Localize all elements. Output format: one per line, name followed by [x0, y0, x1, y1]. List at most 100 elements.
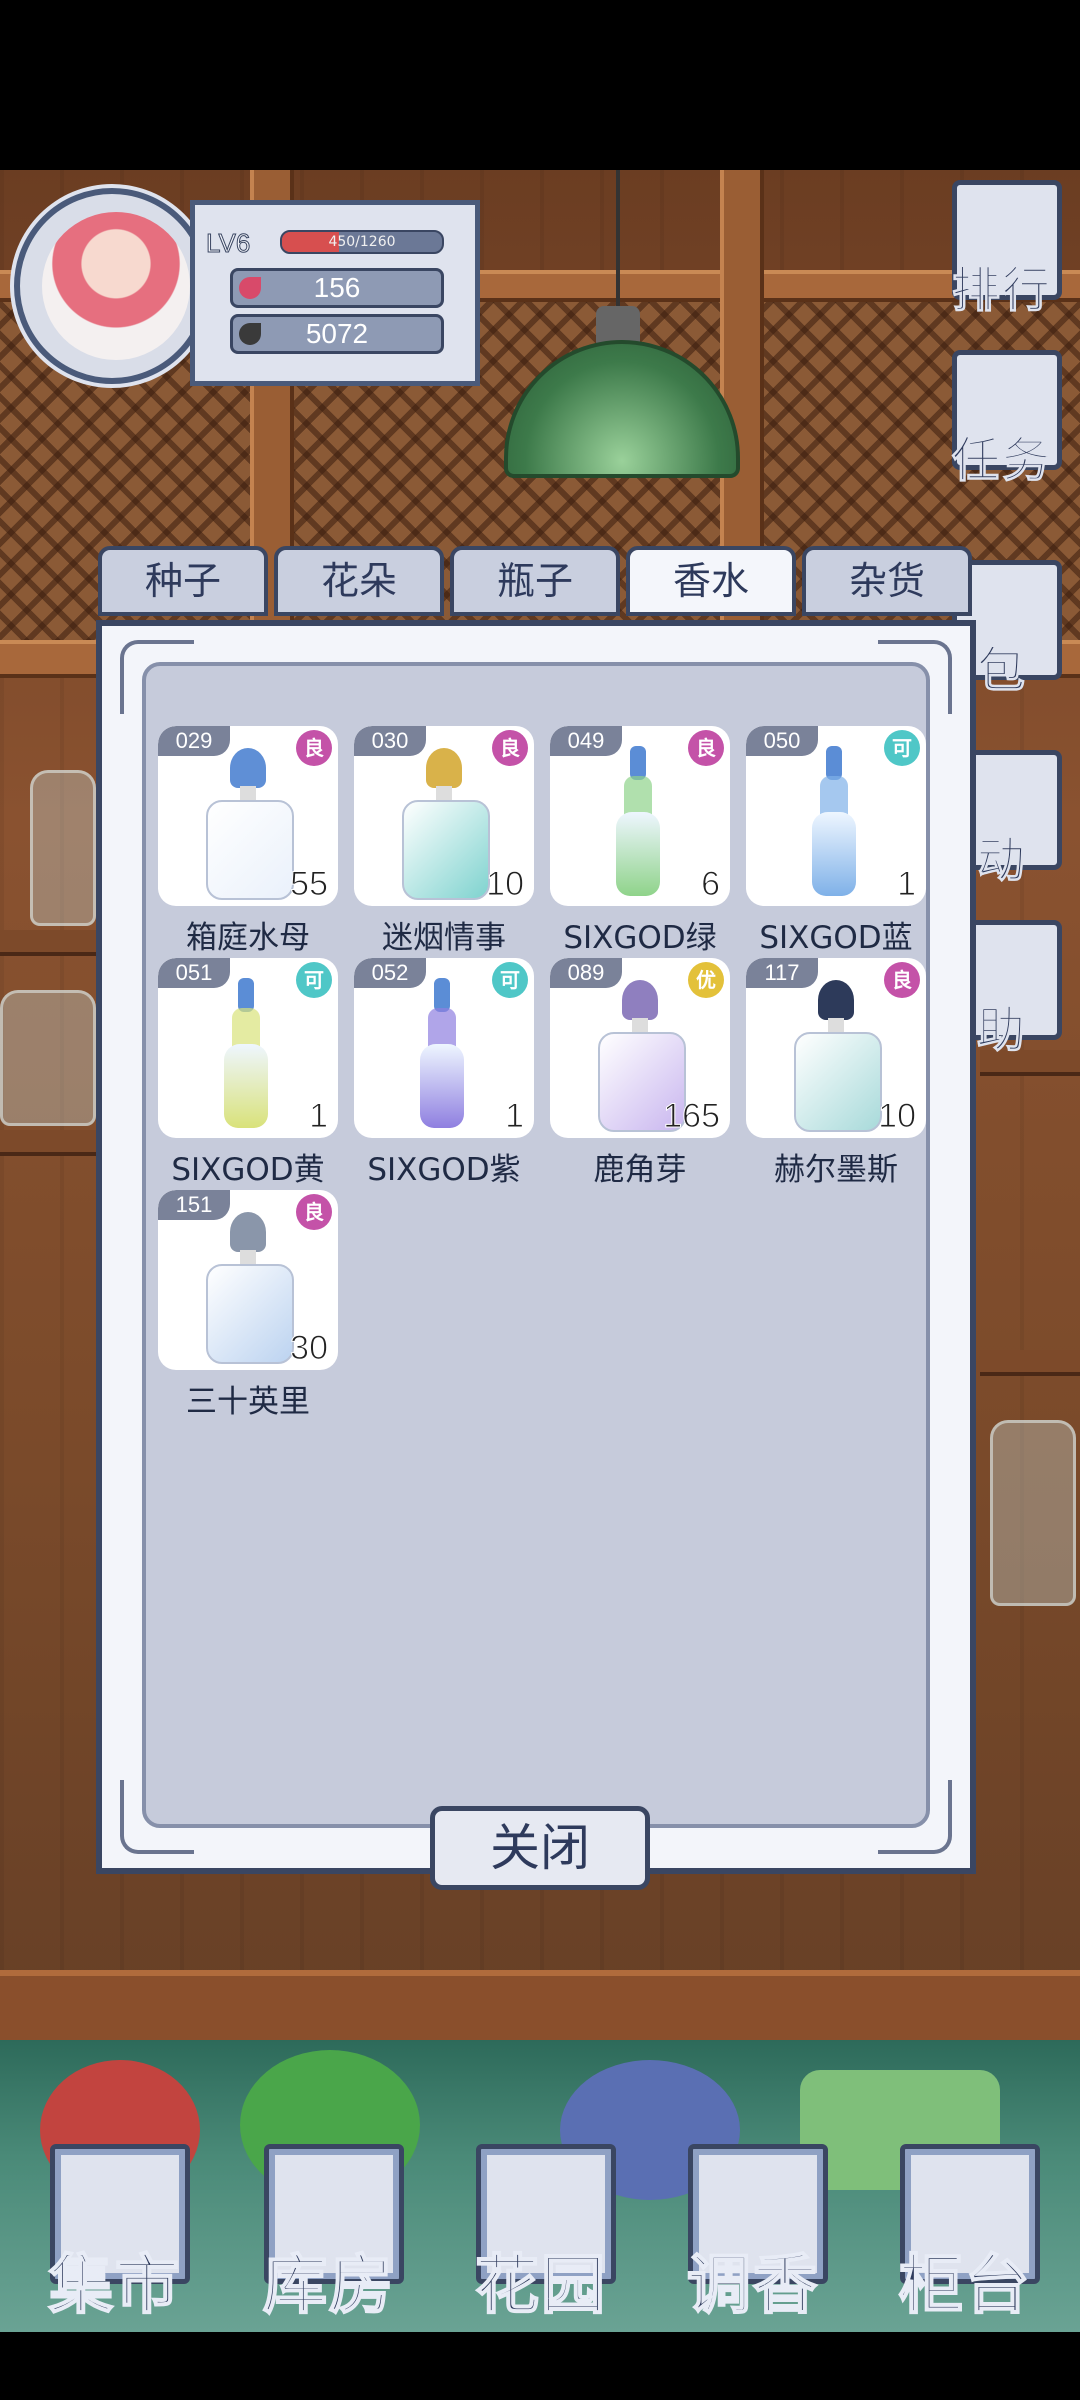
item-id: 052: [354, 958, 426, 988]
rarity-badge: 优: [688, 962, 724, 998]
leaf-count: 5072: [305, 318, 369, 349]
item-name: 三十英里: [186, 1384, 310, 1420]
rarity-badge: 良: [296, 730, 332, 766]
item-card[interactable]: 151 良 30: [158, 1190, 338, 1370]
frame-corner: [120, 1780, 194, 1854]
ranking-button[interactable]: 排行: [932, 180, 1072, 320]
inventory-item[interactable]: 089 优 165 鹿角芽: [550, 958, 730, 1188]
sixgod-bottle-blue-icon: [812, 746, 856, 896]
rarity-badge: 可: [884, 730, 920, 766]
item-name: 箱庭水母: [186, 920, 310, 956]
item-name: 鹿角芽: [593, 1152, 687, 1188]
shelf: [0, 930, 96, 956]
player-level: LV6: [205, 228, 251, 259]
tab-goods[interactable]: 杂货: [802, 546, 972, 616]
item-id: 117: [746, 958, 818, 988]
nav-blend[interactable]: 调香: [658, 2136, 848, 2326]
item-id: 089: [550, 958, 622, 988]
tab-flowers[interactable]: 花朵: [274, 546, 444, 616]
item-name: SIXGOD黄: [171, 1152, 325, 1188]
rarity-badge: 可: [492, 962, 528, 998]
item-id: 151: [158, 1190, 230, 1220]
item-card[interactable]: 030 良 10: [354, 726, 534, 906]
nav-warehouse[interactable]: 库房: [234, 2136, 424, 2326]
inventory-item[interactable]: 030 良 10 迷烟情事: [354, 726, 534, 956]
item-id: 049: [550, 726, 622, 756]
ranking-label: 排行: [951, 262, 1052, 319]
perfume-bottle-blue-cap-icon: [206, 748, 294, 900]
frame-corner: [878, 640, 952, 714]
frame-corner: [878, 1780, 952, 1854]
item-card[interactable]: 051 可 1: [158, 958, 338, 1138]
jar: [0, 990, 96, 1126]
player-hud[interactable]: LV6 450/1260 156 5072: [10, 188, 480, 386]
nav-market[interactable]: 集市: [20, 2136, 210, 2326]
item-count: 1: [897, 865, 917, 904]
nav-warehouse-label: 库房: [262, 2247, 395, 2324]
rarity-badge: 良: [296, 1194, 332, 1230]
inventory-item[interactable]: 151 良 30 三十英里: [158, 1190, 338, 1420]
close-button[interactable]: 关闭: [430, 1806, 650, 1890]
nav-garden[interactable]: 花园: [446, 2136, 636, 2326]
item-id: 029: [158, 726, 230, 756]
item-name: 赫尔墨斯: [774, 1152, 898, 1188]
rarity-badge: 良: [884, 962, 920, 998]
leaf-icon: [239, 323, 261, 345]
shelf: [980, 1350, 1080, 1376]
tab-bottles[interactable]: 瓶子: [450, 546, 620, 616]
item-name: SIXGOD紫: [367, 1152, 521, 1188]
item-count: 1: [505, 1097, 525, 1136]
item-count: 55: [290, 865, 329, 904]
item-name: 迷烟情事: [382, 920, 506, 956]
item-card[interactable]: 117 良 10: [746, 958, 926, 1138]
sixgod-bottle-green-icon: [616, 746, 660, 896]
inventory-tabs: 种子 花朵 瓶子 香水 杂货: [98, 546, 976, 616]
item-id: 051: [158, 958, 230, 988]
item-id: 030: [354, 726, 426, 756]
sixgod-bottle-yellow-icon: [224, 978, 268, 1128]
avatar[interactable]: [42, 212, 190, 360]
item-card[interactable]: 049 良 6: [550, 726, 730, 906]
inventory-item[interactable]: 117 良 10 赫尔墨斯: [746, 958, 926, 1188]
inventory-item[interactable]: 029 良 55 箱庭水母: [158, 726, 338, 956]
nav-garden-label: 花园: [474, 2247, 607, 2324]
tasks-button[interactable]: 任务: [932, 350, 1072, 490]
nav-blend-label: 调香: [686, 2247, 819, 2324]
tab-perfume[interactable]: 香水: [626, 546, 796, 616]
petal-count: 156: [313, 272, 361, 303]
item-card[interactable]: 050 可 1: [746, 726, 926, 906]
inventory-dialog: 029 良 55 箱庭水母 030 良 10 迷烟情事 049 良 6 SIXGOD绿 050 可 1…: [96, 620, 976, 1874]
item-count: 1: [309, 1097, 329, 1136]
perfume-bottle-teal-gold-icon: [402, 748, 490, 900]
jar: [30, 770, 96, 926]
perfume-bottle-square-icon: [794, 980, 882, 1132]
avatar-frame[interactable]: [14, 188, 210, 384]
tab-seeds[interactable]: 种子: [98, 546, 268, 616]
rarity-badge: 可: [296, 962, 332, 998]
item-count: 30: [290, 1329, 329, 1368]
rarity-badge: 良: [688, 730, 724, 766]
xp-bar: 450/1260: [280, 230, 444, 254]
perfume-bottle-feather-icon: [206, 1212, 294, 1364]
item-card[interactable]: 089 优 165: [550, 958, 730, 1138]
petal-currency: 156: [230, 268, 444, 308]
inventory-item[interactable]: 052 可 1 SIXGOD紫: [354, 958, 534, 1188]
item-name: SIXGOD绿: [563, 920, 717, 956]
nav-market-label: 集市: [48, 2247, 181, 2324]
item-count: 10: [878, 1097, 917, 1136]
sixgod-bottle-purple-icon: [420, 978, 464, 1128]
petal-icon: [239, 277, 261, 299]
nav-counter[interactable]: 柜台: [870, 2136, 1060, 2326]
jar: [990, 1420, 1076, 1606]
nav-counter-label: 柜台: [898, 2247, 1031, 2324]
item-card[interactable]: 029 良 55: [158, 726, 338, 906]
item-count: 165: [663, 1097, 721, 1136]
shelf: [0, 1130, 96, 1156]
inventory-item[interactable]: 050 可 1 SIXGOD蓝: [746, 726, 926, 956]
item-id: 050: [746, 726, 818, 756]
inventory-item[interactable]: 051 可 1 SIXGOD黄: [158, 958, 338, 1188]
item-card[interactable]: 052 可 1: [354, 958, 534, 1138]
lamp-cord: [616, 170, 620, 310]
inventory-item[interactable]: 049 良 6 SIXGOD绿: [550, 726, 730, 956]
item-count: 10: [486, 865, 525, 904]
